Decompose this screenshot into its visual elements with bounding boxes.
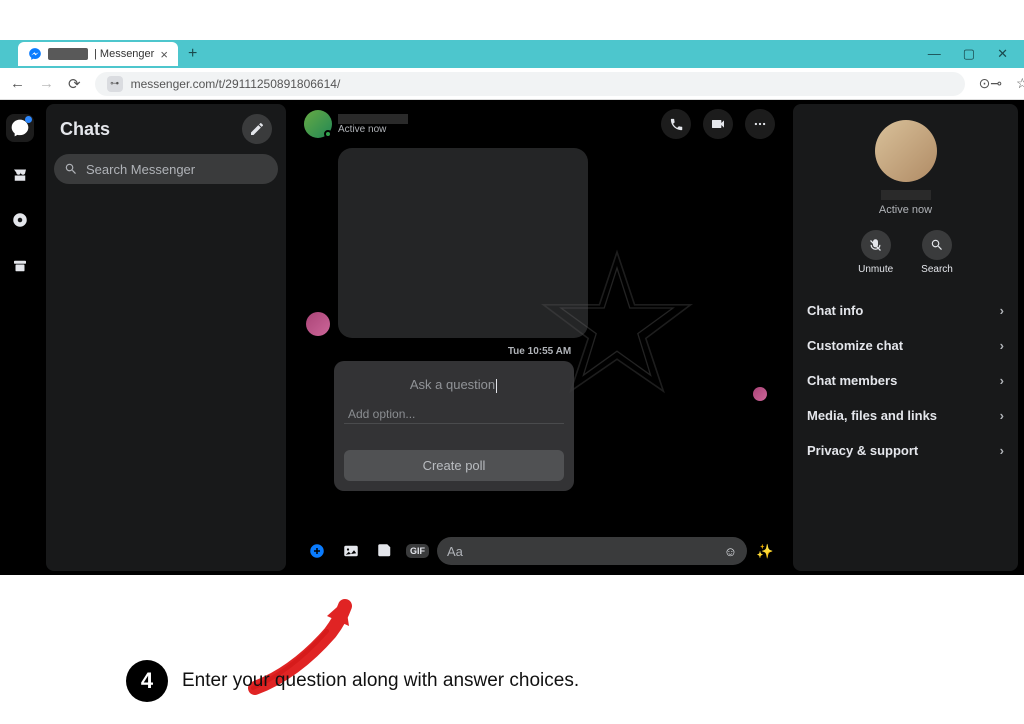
chevron-right-icon: › xyxy=(1000,303,1004,318)
info-row-chat-info[interactable]: Chat info› xyxy=(805,293,1006,328)
info-status: Active now xyxy=(805,204,1006,216)
info-panel: Active now Unmute Search Chat info› Cust… xyxy=(793,104,1018,571)
more-actions-button[interactable] xyxy=(304,538,330,564)
poll-question-input[interactable]: Ask a question xyxy=(344,371,564,399)
search-placeholder: Search Messenger xyxy=(86,162,195,177)
search-icon xyxy=(64,162,78,176)
sidebar-title: Chats xyxy=(60,119,110,140)
back-icon[interactable]: ← xyxy=(10,75,25,92)
contact-name-redacted xyxy=(338,114,408,124)
window-close-icon[interactable]: ✕ xyxy=(997,46,1008,62)
quick-reaction-button[interactable]: ✨ xyxy=(755,541,775,561)
browser-address-bar: ← → ⟳ ⊶ messenger.com/t/2911125089180661… xyxy=(0,68,1024,100)
chat-sidebar: Chats Search Messenger xyxy=(46,104,286,571)
message-avatar[interactable] xyxy=(306,312,330,336)
poll-composer: Ask a question Add option... Create poll xyxy=(334,361,574,491)
url-input[interactable]: ⊶ messenger.com/t/29111250891806614/ xyxy=(95,72,965,96)
message-input[interactable]: Aa ☺ xyxy=(437,537,747,565)
conversation-info-button[interactable] xyxy=(745,109,775,139)
messenger-favicon-icon xyxy=(28,47,42,61)
tab-close-icon[interactable]: × xyxy=(160,47,168,62)
chevron-right-icon: › xyxy=(1000,373,1004,388)
info-row-media[interactable]: Media, files and links› xyxy=(805,398,1006,433)
info-name-redacted xyxy=(881,190,931,200)
step-instruction-text: Enter your question along with answer ch… xyxy=(182,670,579,692)
chevron-right-icon: › xyxy=(1000,443,1004,458)
tutorial-annotation: 4 Enter your question along with answer … xyxy=(0,595,1024,715)
header-avatar[interactable] xyxy=(304,110,332,138)
rail-requests-button[interactable] xyxy=(6,206,34,234)
unmute-label: Unmute xyxy=(858,264,893,275)
window-minimize-icon[interactable]: — xyxy=(928,46,941,62)
rail-chats-button[interactable] xyxy=(6,114,34,142)
reload-icon[interactable]: ⟳ xyxy=(68,75,81,93)
nav-rail xyxy=(0,104,40,571)
seen-indicator-icon xyxy=(753,387,767,401)
tab-redacted-name xyxy=(48,48,88,60)
compose-button[interactable] xyxy=(242,114,272,144)
active-status: Active now xyxy=(338,124,408,135)
attach-image-button[interactable] xyxy=(338,538,364,564)
poll-option-input[interactable]: Add option... xyxy=(344,405,564,424)
info-row-members[interactable]: Chat members› xyxy=(805,363,1006,398)
info-avatar[interactable] xyxy=(875,120,937,182)
online-dot-icon xyxy=(324,130,332,138)
info-row-privacy[interactable]: Privacy & support› xyxy=(805,433,1006,468)
rail-marketplace-button[interactable] xyxy=(6,160,34,188)
site-settings-icon[interactable]: ⊶ xyxy=(107,76,123,92)
unmute-button[interactable] xyxy=(861,230,891,260)
notification-dot-icon xyxy=(25,116,32,123)
password-key-icon[interactable]: ⊙⊸ xyxy=(979,75,1002,92)
rail-archive-button[interactable] xyxy=(6,252,34,280)
window-maximize-icon[interactable]: ▢ xyxy=(963,46,975,62)
conversation-header: Active now xyxy=(292,104,787,144)
info-row-customize[interactable]: Customize chat› xyxy=(805,328,1006,363)
search-input[interactable]: Search Messenger xyxy=(54,154,278,184)
forward-icon[interactable]: → xyxy=(39,75,54,92)
message-area[interactable]: Tue 10:55 AM Ask a question Add option..… xyxy=(292,144,787,531)
browser-tab-bar: | Messenger × + — ▢ ✕ xyxy=(0,40,1024,68)
message-composer: GIF Aa ☺ ✨ xyxy=(292,531,787,571)
browser-tab[interactable]: | Messenger × xyxy=(18,42,178,66)
chevron-right-icon: › xyxy=(1000,338,1004,353)
tab-title: | Messenger xyxy=(94,48,154,60)
message-placeholder: Aa xyxy=(447,544,463,559)
create-poll-button[interactable]: Create poll xyxy=(344,450,564,481)
new-tab-button[interactable]: + xyxy=(188,45,197,63)
emoji-picker-icon[interactable]: ☺ xyxy=(724,544,737,559)
search-conversation-button[interactable] xyxy=(922,230,952,260)
sticker-button[interactable] xyxy=(372,538,398,564)
conversation-pane: Active now Tue 10:55 AM Ask a question xyxy=(292,104,787,571)
bookmark-star-icon[interactable]: ☆ xyxy=(1016,75,1024,92)
url-text: messenger.com/t/29111250891806614/ xyxy=(131,77,341,91)
step-number-badge: 4 xyxy=(126,660,168,702)
gif-button[interactable]: GIF xyxy=(406,544,429,558)
video-call-button[interactable] xyxy=(703,109,733,139)
chevron-right-icon: › xyxy=(1000,408,1004,423)
call-button[interactable] xyxy=(661,109,691,139)
search-label: Search xyxy=(921,264,953,275)
